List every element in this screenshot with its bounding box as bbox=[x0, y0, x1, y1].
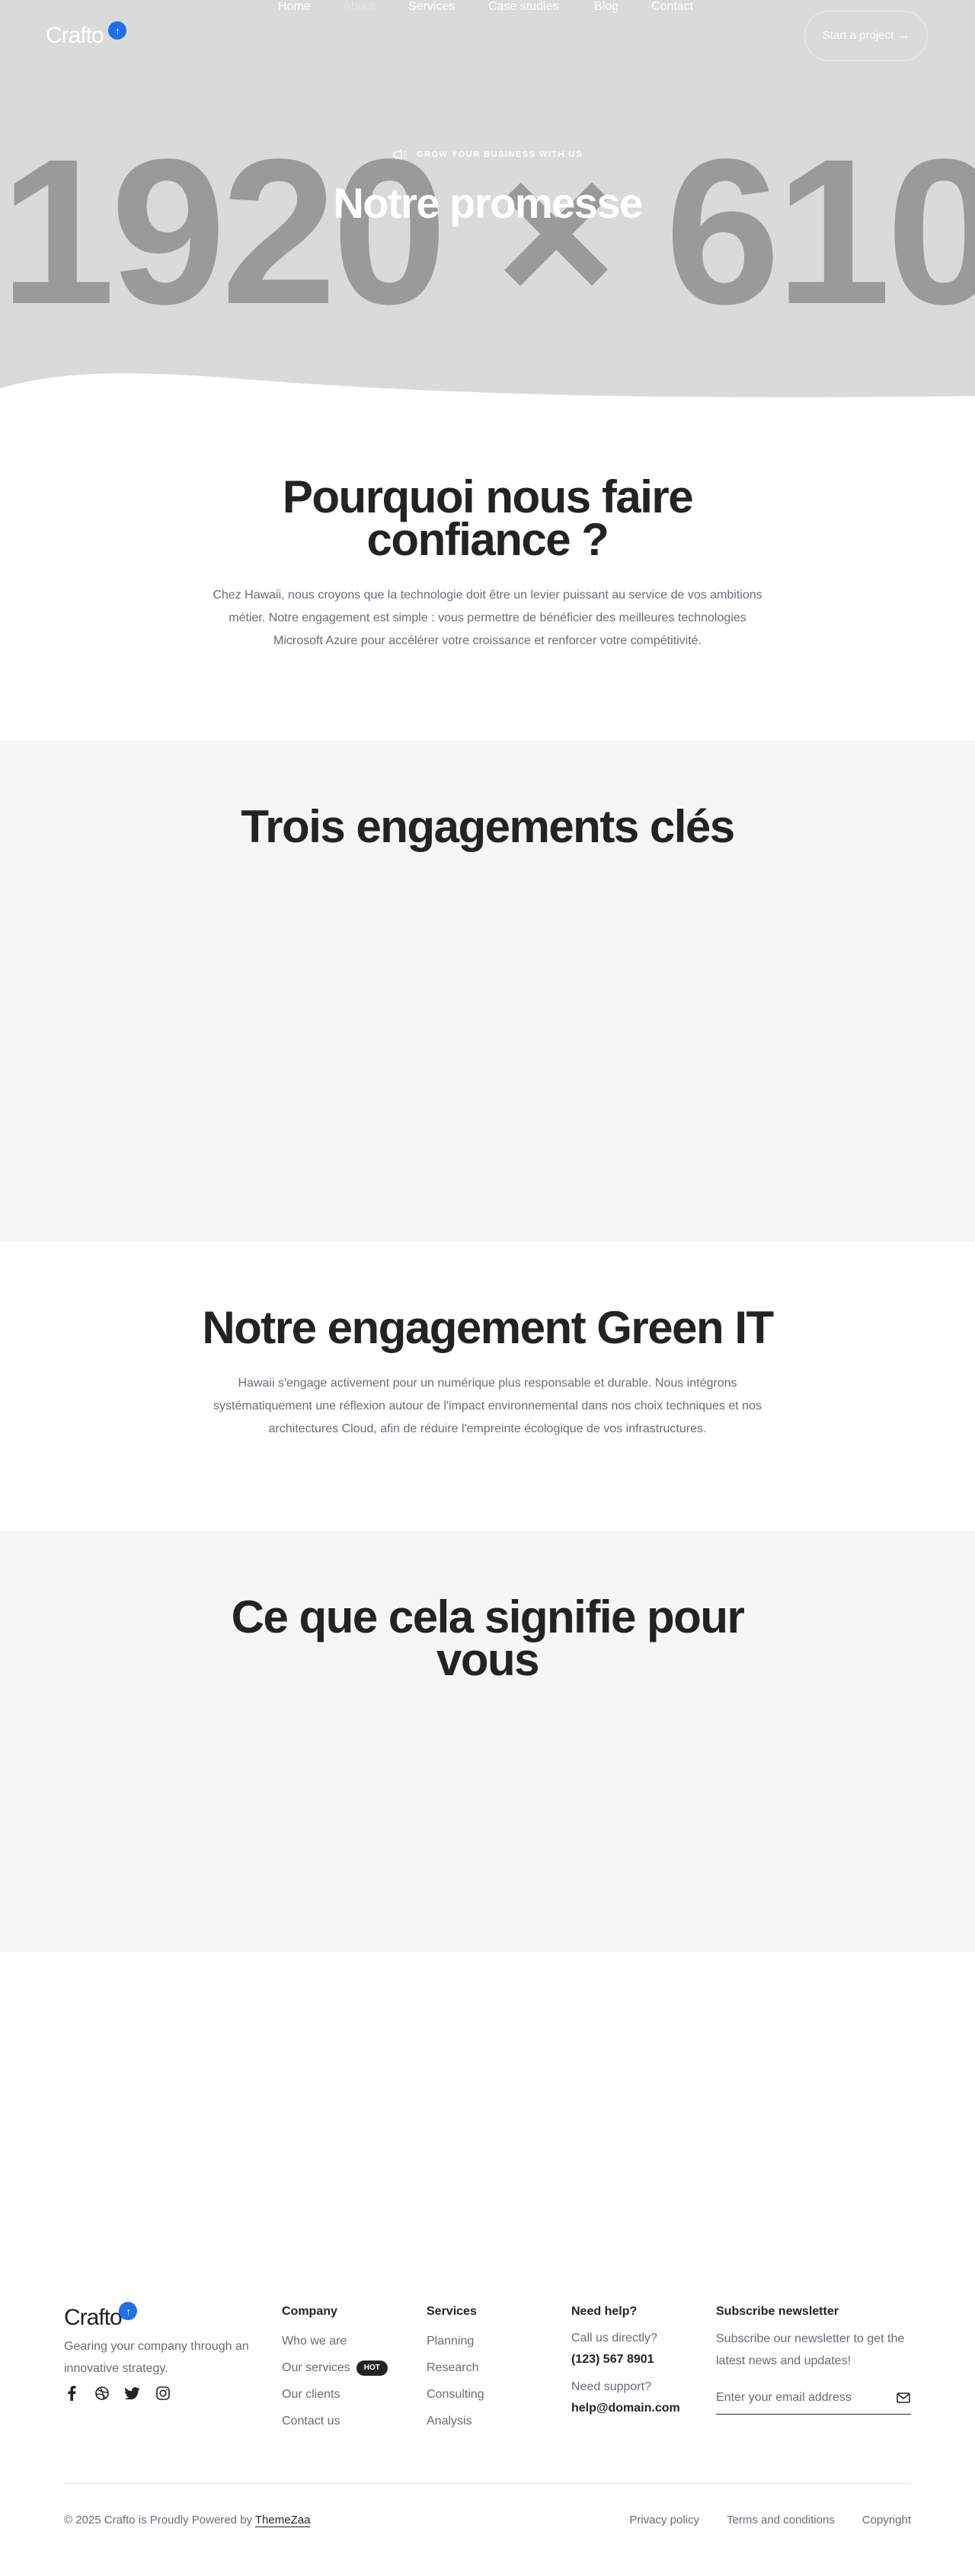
dribbble-icon[interactable] bbox=[94, 2386, 110, 2401]
meaning-section: Ce que cela signifie pour vous bbox=[0, 1531, 975, 1952]
privacy-policy-link[interactable]: Privacy policy bbox=[629, 2514, 699, 2527]
footer-link-analysis[interactable]: Analysis bbox=[427, 2408, 484, 2434]
phone-number[interactable]: (123) 567 8901 bbox=[571, 2349, 680, 2370]
nav-item-home[interactable]: Home bbox=[278, 0, 311, 14]
green-it-title: Notre engagement Green IT bbox=[202, 1302, 774, 1353]
nav-item-blog[interactable]: Blog bbox=[594, 0, 619, 14]
nav-item-about[interactable]: About bbox=[343, 0, 375, 14]
logo-text: Crafto bbox=[46, 23, 104, 48]
footer-divider bbox=[64, 2483, 911, 2484]
footer-services-column: Services Planning Research Consulting An… bbox=[427, 2305, 484, 2434]
hero-wave-divider bbox=[0, 373, 975, 415]
footer-link-who-we-are[interactable]: Who we are bbox=[282, 2328, 388, 2354]
footer-link-our-clients[interactable]: Our clients bbox=[282, 2381, 388, 2408]
footer-help-heading: Need help? bbox=[571, 2305, 638, 2318]
footer-company-heading: Company bbox=[282, 2305, 337, 2318]
themezaa-link[interactable]: ThemeZaa bbox=[254, 2514, 311, 2527]
start-project-label: Start a project bbox=[822, 29, 894, 42]
meaning-title: Ce que cela signifie pour vous bbox=[231, 1591, 745, 1685]
hero-section: 1920 × 610 Crafto ↑ Home About Services … bbox=[0, 0, 975, 415]
copyright: © 2025 Crafto is Proudly Powered by Them… bbox=[64, 2514, 311, 2527]
footer-newsletter-column: Subscribe newsletter Subscribe our newsl… bbox=[716, 2305, 911, 2415]
newsletter-text: Subscribe our newsletter to get the late… bbox=[716, 2332, 905, 2367]
why-trust-section: Pourquoi nous faire confiance ? Chez Haw… bbox=[0, 415, 975, 741]
call-label: Call us directly? bbox=[571, 2332, 657, 2345]
copyright-text: © 2025 Crafto is Proudly Powered by bbox=[64, 2514, 253, 2527]
footer-link-our-services[interactable]: Our services HOT bbox=[282, 2354, 388, 2381]
legal-links: Privacy policy Terms and conditions Copy… bbox=[629, 2514, 911, 2527]
nav-item-case-studies[interactable]: Case studies bbox=[488, 0, 559, 14]
footer-company-column: Company Who we are Our services HOT Our c… bbox=[282, 2305, 388, 2434]
hot-badge: HOT bbox=[356, 2361, 388, 2376]
newsletter-email-input[interactable] bbox=[716, 2383, 884, 2413]
logo-badge-icon: ↑ bbox=[108, 21, 126, 40]
support-email[interactable]: help@domain.com bbox=[571, 2398, 680, 2419]
main-navigation: Crafto ↑ Home About Services Case studie… bbox=[0, 0, 975, 70]
why-trust-title: Pourquoi nous faire confiance ? bbox=[282, 471, 694, 565]
nav-item-services[interactable]: Services bbox=[408, 0, 455, 14]
footer-tagline: Gearing your company through an innovati… bbox=[64, 2340, 249, 2375]
logo[interactable]: Crafto ↑ bbox=[46, 21, 126, 49]
footer-link-contact-us[interactable]: Contact us bbox=[282, 2408, 388, 2434]
footer-logo[interactable]: Crafto ↑ bbox=[64, 2302, 137, 2331]
green-it-section: Notre engagement Green IT Hawaii s'engag… bbox=[0, 1242, 975, 1531]
facebook-icon[interactable] bbox=[64, 2386, 79, 2401]
footer: Crafto ↑ Gearing your company through an… bbox=[0, 2270, 975, 2574]
empty-spacer bbox=[0, 1952, 975, 2270]
footer-link-research[interactable]: Research bbox=[427, 2354, 484, 2381]
start-project-button[interactable]: Start a project → bbox=[804, 11, 928, 61]
hero-eyebrow: GROW YOUR BUSINESS WITH US bbox=[0, 149, 975, 160]
nav-item-contact[interactable]: Contact bbox=[651, 0, 693, 14]
instagram-icon[interactable] bbox=[155, 2386, 171, 2401]
terms-conditions-link[interactable]: Terms and conditions bbox=[727, 2514, 835, 2527]
support-label: Need support? bbox=[571, 2380, 651, 2393]
footer-link-our-services-label: Our services bbox=[282, 2361, 350, 2374]
hero-title: Notre promesse bbox=[333, 179, 643, 227]
footer-help-column: Need help? Call us directly? (123) 567 8… bbox=[571, 2305, 680, 2425]
logo-badge-icon: ↑ bbox=[119, 2302, 137, 2320]
footer-link-consulting[interactable]: Consulting bbox=[427, 2381, 484, 2408]
commitments-title: Trois engagements clés bbox=[241, 801, 735, 852]
commitments-section: Trois engagements clés bbox=[0, 741, 975, 1242]
green-it-text: Hawaii s'engage activement pour un numér… bbox=[213, 1377, 762, 1435]
footer-logo-text: Crafto bbox=[64, 2305, 123, 2330]
footer-services-heading: Services bbox=[427, 2305, 477, 2318]
footer-newsletter-heading: Subscribe newsletter bbox=[716, 2305, 839, 2318]
why-trust-text: Chez Hawaii, nous croyons que la technol… bbox=[213, 589, 762, 647]
copyright-link[interactable]: Copyright bbox=[862, 2514, 911, 2527]
arrow-right-icon: → bbox=[898, 29, 910, 42]
megaphone-icon bbox=[393, 149, 408, 160]
hero-eyebrow-text: GROW YOUR BUSINESS WITH US bbox=[417, 150, 583, 159]
footer-link-planning[interactable]: Planning bbox=[427, 2328, 484, 2354]
twitter-icon[interactable] bbox=[125, 2386, 140, 2401]
newsletter-form bbox=[716, 2383, 911, 2415]
social-links bbox=[64, 2386, 171, 2401]
envelope-icon[interactable] bbox=[896, 2390, 911, 2405]
